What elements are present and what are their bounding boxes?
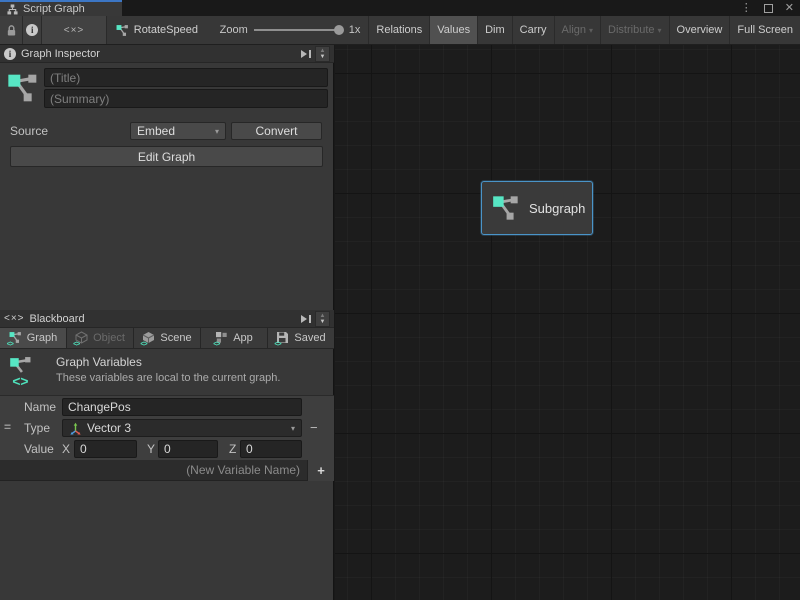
zoom-value: 1x (349, 24, 361, 36)
graph-title-input[interactable] (44, 68, 328, 87)
arrow-down-icon[interactable]: ▼ (320, 54, 326, 60)
variables-icon: <×> (64, 25, 85, 36)
dock-panel-icon[interactable] (300, 314, 312, 324)
node-label: Subgraph (529, 201, 585, 216)
close-icon[interactable]: ✕ (785, 0, 794, 16)
section-subtitle: These variables are local to the current… (56, 372, 280, 384)
variable-name-input[interactable] (62, 398, 302, 416)
maximize-icon[interactable] (764, 4, 773, 13)
blackboard-header[interactable]: <×> Blackboard ▲ ▼ (0, 310, 334, 328)
drag-handle[interactable]: = (4, 420, 11, 434)
source-label: Source (10, 124, 48, 138)
variables-badge-icon: <> (73, 341, 79, 348)
relations-button[interactable]: Relations (368, 16, 429, 44)
carry-button[interactable]: Carry (512, 16, 554, 44)
breadcrumb-label: RotateSpeed (134, 24, 198, 36)
graph-icon (7, 72, 39, 104)
chevron-down-icon: ▾ (215, 127, 219, 136)
remove-variable-button[interactable]: − (310, 420, 318, 435)
chevron-down-icon: ▾ (658, 26, 662, 35)
variable-row-group: Name = Type Vector 3 ▾ − Value (0, 396, 334, 460)
graph-icon (492, 194, 520, 222)
lock-toggle-button[interactable] (0, 16, 23, 44)
variables-icon: <×> (4, 313, 25, 324)
arrow-down-icon[interactable]: ▼ (320, 319, 326, 325)
values-button[interactable]: Values (429, 16, 477, 44)
toolbar-buttons: Relations Values Dim Carry Align ▾ Distr… (368, 16, 800, 44)
panel-scroll-spinner[interactable]: ▲ ▼ (315, 46, 330, 62)
source-dropdown[interactable]: Embed ▾ (130, 122, 226, 140)
graph-inspector-header[interactable]: i Graph Inspector ▲ ▼ (0, 45, 334, 63)
zoom-slider[interactable] (254, 29, 340, 31)
graph-canvas[interactable]: Subgraph (335, 45, 800, 600)
overview-button[interactable]: Overview (669, 16, 730, 44)
chevron-down-icon: ▾ (291, 424, 295, 433)
variable-value-row: Value X Y Z (0, 439, 334, 460)
value-x-input[interactable] (74, 440, 137, 458)
window-tab-bar: Script Graph ⋮ ✕ (0, 0, 800, 16)
graph-inspector-title: Graph Inspector (21, 48, 100, 60)
zoom-slider-handle[interactable] (334, 25, 344, 35)
value-y-input[interactable] (158, 440, 218, 458)
window-controls: ⋮ ✕ (741, 0, 794, 16)
source-row: Source Embed ▾ Convert (0, 122, 334, 140)
zoom-control: Zoom 1x (210, 16, 369, 44)
tab-app[interactable]: <> App (201, 328, 268, 348)
breadcrumb[interactable]: RotateSpeed (107, 16, 210, 44)
info-icon: i (4, 48, 16, 60)
convert-button[interactable]: Convert (231, 122, 322, 140)
new-variable-row: + (0, 460, 334, 481)
dock-panel-icon[interactable] (300, 49, 312, 59)
edit-graph-button[interactable]: Edit Graph (10, 146, 323, 167)
tab-script-graph[interactable]: Script Graph (0, 0, 122, 16)
info-icon: i (26, 24, 38, 36)
tab-object: <> Object (67, 328, 134, 348)
tab-graph[interactable]: <> Graph (0, 328, 67, 348)
zoom-label: Zoom (220, 24, 248, 36)
new-variable-input[interactable] (0, 460, 307, 481)
vector3-icon (69, 422, 82, 435)
tab-saved[interactable]: <> Saved (268, 328, 334, 348)
inspector-toggle-button[interactable]: i (23, 16, 42, 44)
dim-button[interactable]: Dim (477, 16, 512, 44)
graph-icon (116, 24, 129, 37)
svg-text:<>: <> (12, 373, 28, 388)
fullscreen-button[interactable]: Full Screen (729, 16, 800, 44)
variables-badge-icon: <> (140, 341, 146, 348)
hierarchy-graph-icon (7, 4, 18, 15)
distribute-button: Distribute ▾ (600, 16, 668, 44)
panel-scroll-spinner[interactable]: ▲ ▼ (315, 311, 330, 327)
menu-icon[interactable]: ⋮ (741, 0, 752, 16)
section-title: Graph Variables (56, 355, 142, 369)
value-z-input[interactable] (240, 440, 302, 458)
sidebar-panel: i Graph Inspector ▲ ▼ Source Embed ▾ Con… (0, 45, 334, 600)
graph-summary-input[interactable] (44, 89, 328, 108)
graph-variables-icon: <> (8, 356, 38, 388)
align-button: Align ▾ (554, 16, 600, 44)
subgraph-node[interactable]: Subgraph (481, 181, 593, 235)
variables-badge-icon: <> (213, 341, 219, 348)
variable-type-row: = Type Vector 3 ▾ − (0, 418, 334, 439)
tab-title: Script Graph (23, 3, 85, 15)
add-variable-button[interactable]: + (307, 460, 334, 481)
variables-badge-icon: <> (274, 341, 280, 348)
tab-scene[interactable]: <> Scene (134, 328, 201, 348)
variables-badge-icon: <> (7, 341, 13, 348)
variable-name-row: Name (0, 397, 334, 418)
variable-type-dropdown[interactable]: Vector 3 ▾ (62, 419, 302, 437)
graph-toolbar: i <×> RotateSpeed Zoom 1x Relations Valu… (0, 16, 800, 45)
chevron-down-icon: ▾ (589, 26, 593, 35)
blackboard-title: Blackboard (30, 313, 85, 325)
lock-icon (6, 24, 17, 37)
blackboard-toggle-button[interactable]: <×> (42, 16, 107, 44)
graph-variables-section: <> Graph Variables These variables are l… (0, 349, 334, 396)
blackboard-tabs: <> Graph <> Object <> Scene (0, 328, 334, 349)
